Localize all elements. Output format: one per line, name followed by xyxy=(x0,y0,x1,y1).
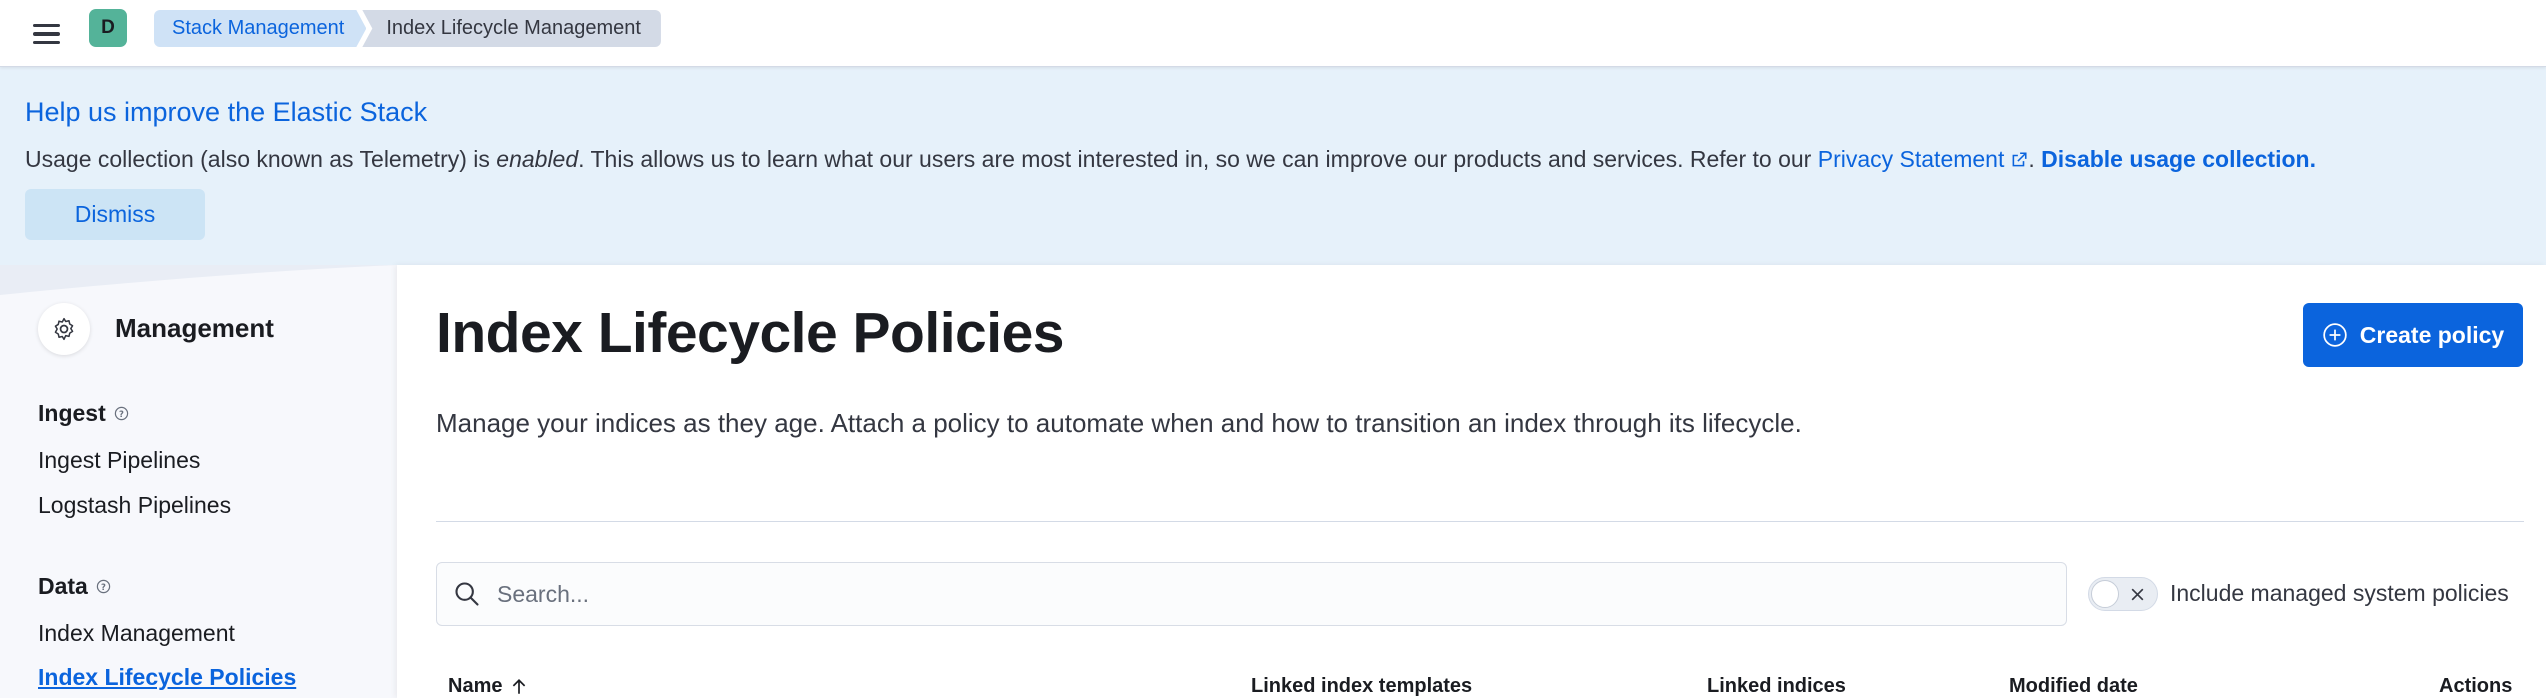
svg-text:?: ? xyxy=(119,409,124,419)
managed-policies-toggle-label: Include managed system policies xyxy=(2170,580,2509,606)
callout-emphasis: enabled xyxy=(496,146,579,172)
nav-group-data: Data ? xyxy=(38,573,111,600)
help-icon: ? xyxy=(96,579,111,594)
main-content: Index Lifecycle Policies Create policy M… xyxy=(397,265,2546,698)
sidebar-item-index-management[interactable]: Index Management xyxy=(38,620,235,647)
column-header-name[interactable]: Name xyxy=(448,675,528,698)
sidebar-item-ingest-pipelines[interactable]: Ingest Pipelines xyxy=(38,447,200,474)
external-link-icon xyxy=(2012,152,2027,167)
breadcrumb-index-lifecycle-management: Index Lifecycle Management xyxy=(362,10,661,47)
sidebar-item-index-lifecycle-policies[interactable]: Index Lifecycle Policies xyxy=(38,664,296,691)
search-icon xyxy=(437,580,497,608)
management-gear-icon xyxy=(38,303,90,355)
toggle-knob xyxy=(2091,580,2119,608)
privacy-statement-link[interactable]: Privacy Statement xyxy=(1818,146,2029,172)
search-field[interactable] xyxy=(436,562,2067,626)
breadcrumb: Stack Management Index Lifecycle Managem… xyxy=(154,10,661,47)
breadcrumb-stack-management[interactable]: Stack Management xyxy=(154,10,366,47)
sidebar-item-logstash-pipelines[interactable]: Logstash Pipelines xyxy=(38,492,231,519)
help-icon: ? xyxy=(114,406,128,421)
hamburger-icon xyxy=(32,23,60,28)
top-header: D Stack Management Index Lifecycle Manag… xyxy=(0,0,2546,67)
management-sidenav: Management Ingest ? Ingest Pipelines Log… xyxy=(0,265,397,698)
dismiss-button[interactable]: Dismiss xyxy=(25,189,205,240)
column-header-linked-index-templates[interactable]: Linked index templates xyxy=(1251,675,1472,698)
page-title: Index Lifecycle Policies xyxy=(436,301,1064,365)
nav-group-ingest: Ingest ? xyxy=(38,400,129,427)
horizontal-divider xyxy=(436,521,2524,522)
column-header-linked-indices[interactable]: Linked indices xyxy=(1707,675,1846,698)
space-avatar[interactable]: D xyxy=(89,9,127,47)
telemetry-callout: Help us improve the Elastic Stack Usage … xyxy=(0,67,2546,265)
column-header-modified-date[interactable]: Modified date xyxy=(2009,675,2138,698)
sidenav-decoration xyxy=(0,265,397,295)
svg-text:?: ? xyxy=(101,582,106,592)
plus-circle-icon xyxy=(2323,323,2347,347)
managed-policies-toggle[interactable] xyxy=(2088,577,2158,611)
callout-text: Usage collection (also known as Telemetr… xyxy=(25,146,2316,172)
menu-toggle-button[interactable] xyxy=(26,17,66,51)
column-header-actions: Actions xyxy=(2439,675,2513,697)
create-policy-button[interactable]: Create policy xyxy=(2303,303,2523,367)
sort-ascending-icon xyxy=(513,678,526,694)
close-icon xyxy=(2131,588,2144,601)
disable-usage-collection-link[interactable]: Disable usage collection. xyxy=(2041,146,2316,172)
callout-title: Help us improve the Elastic Stack xyxy=(25,97,428,127)
sidenav-title: Management xyxy=(115,313,274,343)
search-input[interactable] xyxy=(497,580,1997,608)
page-description: Manage your indices as they age. Attach … xyxy=(436,408,1802,438)
